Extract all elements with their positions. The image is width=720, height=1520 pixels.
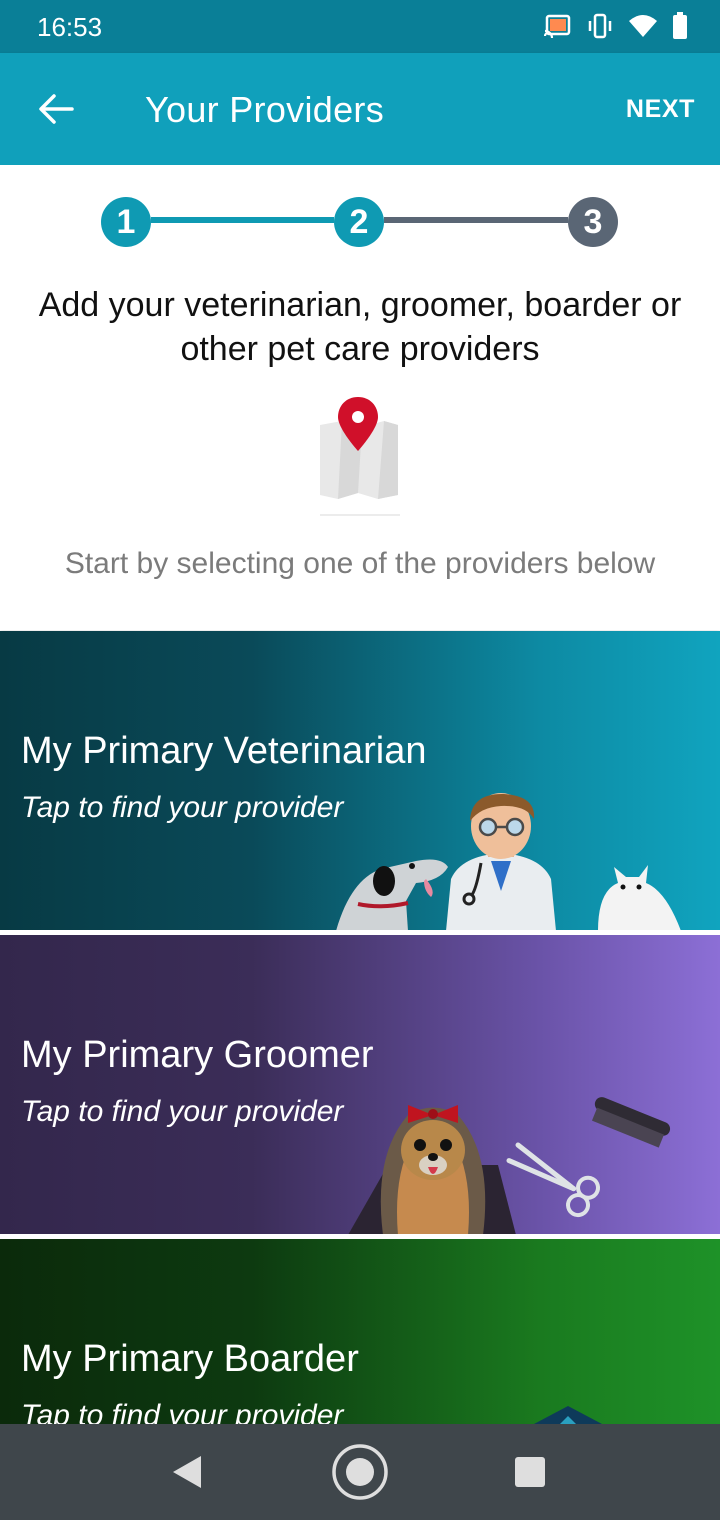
card-title: My Primary Boarder [21,1338,359,1380]
stepper-section: 1 2 3 Add your veterinarian, groomer, bo… [0,165,720,630]
arrow-back-icon [39,94,74,124]
map-pin-icon [320,397,400,516]
status-bar: 16:53 [0,0,720,53]
provider-card-boarder[interactable]: My Primary Boarder Tap to find your prov… [0,1239,720,1424]
home-circle-icon [332,1444,388,1500]
cast-icon [544,14,571,38]
battery-icon [673,12,687,39]
boarder-illustration [534,1406,602,1424]
card-subtitle: Tap to find your provider [21,791,344,824]
system-back-button[interactable] [138,1424,238,1520]
card-subtitle: Tap to find your provider [21,1399,344,1424]
step-1-indicator: 1 [101,197,151,247]
veterinarian-illustration [336,793,681,930]
next-button[interactable]: NEXT [626,95,695,124]
card-title: My Primary Groomer [21,1034,374,1076]
hint-text: Start by selecting one of the providers … [64,547,656,580]
recents-square-icon [515,1457,545,1487]
back-triangle-icon [173,1456,201,1488]
vibrate-icon [588,13,612,39]
step-2-indicator: 2 [334,197,384,247]
status-time: 16:53 [37,12,103,42]
step-3-indicator: 3 [568,197,618,247]
status-icons [544,12,688,40]
system-nav-bar [0,1424,720,1520]
provider-card-veterinarian[interactable]: My Primary Veterinarian Tap to find your… [0,631,720,930]
step-connector-1-2 [151,217,334,223]
page-title: Your Providers [145,89,384,130]
card-subtitle: Tap to find your provider [21,1095,344,1128]
step-connector-2-3 [384,217,568,223]
card-title: My Primary Veterinarian [21,730,427,772]
back-button[interactable] [30,83,82,135]
wifi-icon [629,15,657,37]
system-home-button[interactable] [310,1424,410,1520]
app-bar: Your Providers NEXT [0,53,720,165]
groomer-illustration [348,1097,671,1234]
intro-text: Add your veterinarian, groomer, boarder … [38,286,682,368]
system-recents-button[interactable] [480,1424,580,1520]
provider-card-groomer[interactable]: My Primary Groomer Tap to find your prov… [0,935,720,1234]
